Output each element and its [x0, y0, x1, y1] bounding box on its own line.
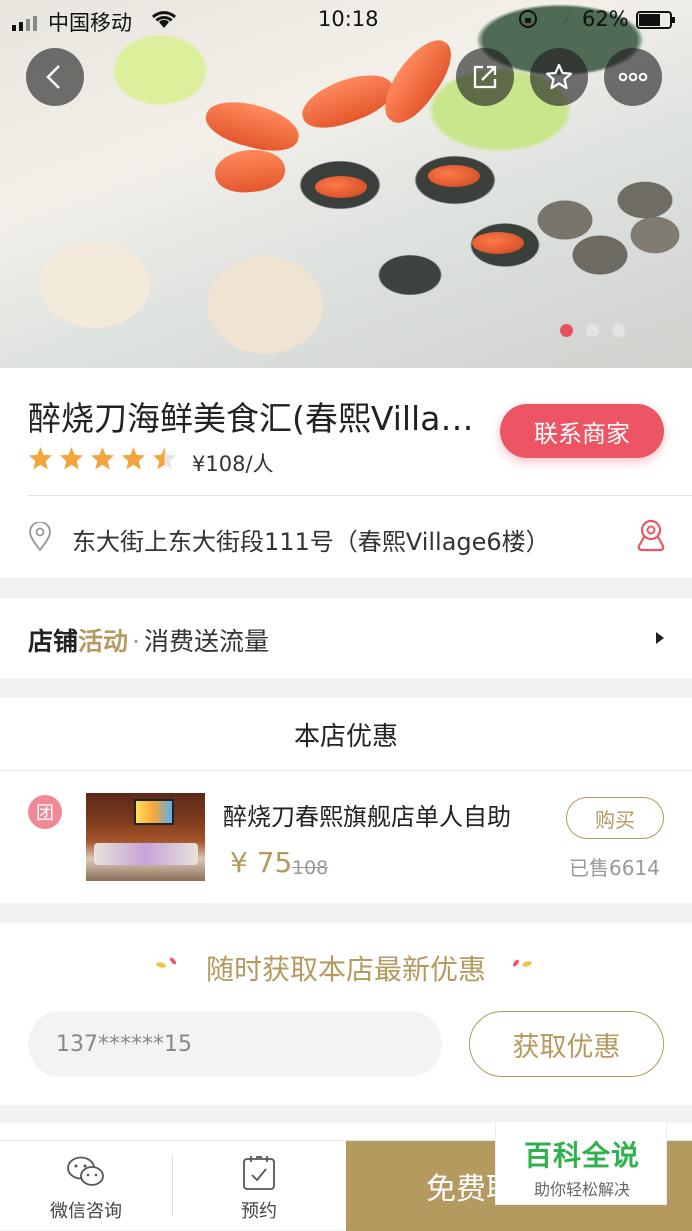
activity-label-activity: 活动 — [78, 627, 129, 656]
divider — [0, 770, 692, 771]
contact-merchant-button[interactable]: 联系商家 — [500, 404, 664, 458]
divider — [28, 495, 692, 496]
sparkle-icon — [513, 959, 532, 967]
carousel-dot-active[interactable] — [560, 324, 573, 337]
reserve-tab[interactable]: 预约 — [173, 1141, 345, 1231]
get-offer-button[interactable]: 获取优惠 — [469, 1011, 664, 1077]
watermark-title: 百科全说 — [523, 1139, 640, 1172]
group-buy-badge: 团 — [28, 795, 62, 829]
chevron-left-icon — [46, 65, 60, 89]
star-full-icon — [91, 447, 114, 470]
phone-input[interactable] — [28, 1011, 442, 1077]
activity-label-shop: 店铺 — [28, 627, 79, 656]
watermark-logo: 百科全说 助你轻松解决 — [495, 1121, 667, 1205]
food-photo — [213, 147, 287, 195]
food-photo — [295, 65, 400, 137]
calendar-check-icon — [243, 1156, 275, 1190]
food-photo — [472, 232, 524, 254]
wechat-icon — [67, 1156, 104, 1186]
battery-percent: 62% — [582, 7, 629, 31]
deal-price: ¥ 75 — [230, 846, 293, 879]
star-outline-icon — [545, 63, 573, 90]
food-photo — [428, 165, 480, 187]
price-per-person: ¥108/人 — [192, 452, 274, 476]
deal-thumbnail-detail — [134, 799, 174, 825]
offers-section-title: 本店优惠 — [293, 722, 398, 752]
star-half-icon — [153, 447, 176, 470]
battery-icon — [636, 10, 676, 34]
free-get-label: 免费 — [426, 1172, 486, 1207]
shop-name: 醉烧刀海鲜美食汇(春熙Village6楼) — [28, 399, 488, 438]
food-photo — [315, 176, 367, 198]
wifi-icon — [150, 9, 178, 34]
hero-image[interactable] — [0, 0, 692, 368]
location-arrow-icon — [560, 9, 574, 34]
lock-rotation-icon — [518, 9, 538, 34]
deal-original-price: 108 — [292, 857, 329, 879]
rating-stars — [28, 446, 177, 471]
wechat-consult-label: 微信咨询 — [50, 1201, 122, 1222]
star-full-icon — [29, 447, 52, 470]
deal-thumbnail[interactable] — [86, 793, 205, 881]
watermark-subtitle: 助你轻松解决 — [533, 1180, 630, 1199]
star-full-icon — [122, 447, 145, 470]
shop-address[interactable]: 东大街上东大街段111号（春熙Village6楼） — [72, 522, 550, 557]
activity-separator: · — [132, 627, 140, 656]
carrier-text: 中国移动 — [48, 11, 132, 35]
star-full-icon — [60, 447, 83, 470]
shop-activity[interactable]: 店铺活动 · 消费送流量 — [28, 622, 269, 658]
share-button[interactable] — [456, 48, 514, 106]
sold-count: 已售6614 — [569, 856, 660, 880]
navigation-icon[interactable] — [636, 518, 666, 556]
status-bar: 中国移动 10:18 62% — [0, 0, 692, 38]
activity-description: 消费送流量 — [143, 627, 269, 656]
back-button[interactable] — [26, 48, 84, 106]
more-dots-icon — [618, 72, 648, 82]
share-icon — [473, 65, 497, 89]
carousel-dot[interactable] — [612, 324, 625, 337]
arrow-right-icon — [656, 632, 664, 644]
promo-title: 随时获取本店最新优惠 — [205, 953, 486, 986]
more-button[interactable] — [604, 48, 662, 106]
signal-icon — [12, 12, 46, 36]
buy-button[interactable]: 购买 — [566, 797, 664, 839]
clock-time: 10:18 — [318, 7, 379, 31]
deal-thumbnail-detail — [94, 843, 198, 865]
reserve-label: 预约 — [241, 1201, 277, 1222]
favorite-button[interactable] — [530, 48, 588, 106]
wechat-consult-tab[interactable]: 微信咨询 — [0, 1141, 172, 1231]
location-pin-icon — [29, 522, 51, 552]
carousel-dot[interactable] — [586, 324, 599, 337]
deal-name[interactable]: 醉烧刀春熙旗舰店单人自助 — [223, 797, 511, 832]
